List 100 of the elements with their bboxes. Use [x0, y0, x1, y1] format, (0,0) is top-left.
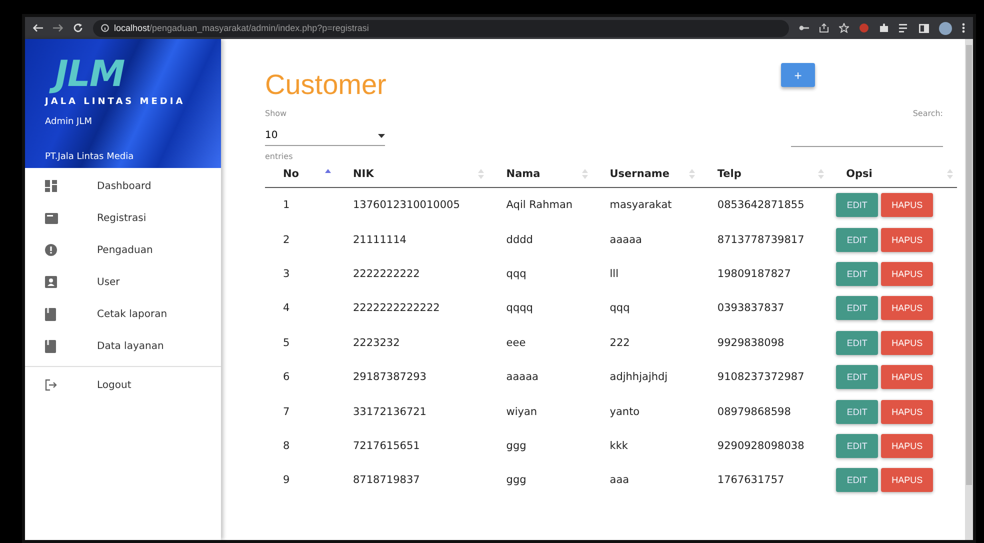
table-cell-text: eee — [505, 336, 527, 351]
table-cell-text: qqq — [505, 266, 528, 282]
table-cell-text: qqq — [608, 301, 631, 316]
table-cell: masyarakat — [592, 188, 700, 222]
table-cell-text: 2223232 — [352, 336, 401, 351]
brand-name: JALA LINTAS MEDIA — [45, 97, 186, 107]
table-cell-text: wiyan — [505, 404, 538, 420]
share-icon[interactable] — [819, 23, 829, 33]
table-cell-text: 9929838098 — [716, 336, 786, 351]
search-label: Search: — [912, 109, 943, 118]
table-cell-text: 6 — [282, 370, 291, 386]
delete-button[interactable]: HAPUS — [881, 434, 934, 458]
table-cell-text: aaa — [608, 473, 630, 488]
table-cell-text: yanto — [608, 404, 641, 420]
table-cell-text: 3 — [282, 266, 291, 282]
table-cell-text: 2222222222222 — [352, 301, 441, 316]
delete-button[interactable]: HAPUS — [881, 193, 934, 218]
delete-button[interactable]: HAPUS — [881, 330, 934, 355]
book-icon — [45, 308, 56, 320]
reload-icon[interactable] — [73, 23, 83, 33]
user-name: Admin JLM — [45, 117, 92, 127]
delete-button[interactable]: HAPUS — [881, 228, 934, 252]
column-header[interactable]: No — [265, 161, 335, 188]
table-cell-text: 2 — [282, 232, 291, 248]
star-icon[interactable] — [839, 23, 849, 33]
table-cell-text: 08979868598 — [716, 404, 792, 420]
sidebar-item[interactable]: Cetak laporan — [25, 298, 221, 330]
table-cell-text: 5 — [282, 336, 291, 351]
delete-button[interactable]: HAPUS — [881, 365, 934, 390]
table-cell-text: 4 — [282, 301, 291, 316]
edit-button[interactable]: EDIT — [836, 262, 878, 286]
sidepanel-icon[interactable] — [919, 24, 929, 32]
edit-button[interactable]: EDIT — [836, 434, 878, 458]
forward-icon[interactable] — [53, 24, 63, 32]
card-icon — [45, 212, 58, 224]
table-cell-text: qqqq — [505, 301, 534, 316]
address-bar[interactable]: localhost/pengaduan_masyarakat/admin/index.php?p=registrasi — [93, 20, 789, 36]
table-cell-text: 8713778739817 — [716, 232, 806, 248]
info-icon — [101, 24, 109, 32]
add-button[interactable]: + — [781, 63, 815, 87]
scrollbar[interactable] — [965, 39, 973, 540]
column-header[interactable]: NIK — [335, 161, 488, 188]
caret-icon — [378, 134, 385, 138]
table-cell-text: 19809187827 — [716, 266, 792, 282]
table-cell-text: 21111114 — [352, 232, 408, 248]
puzzle-icon[interactable] — [879, 23, 889, 33]
playlist-icon[interactable] — [899, 24, 909, 32]
edit-button[interactable]: EDIT — [836, 400, 878, 424]
entries-select[interactable]: 10 — [265, 124, 385, 146]
table-cell-text: 29187387293 — [352, 370, 428, 386]
column-header[interactable]: Username — [592, 161, 700, 188]
table-cell: 0853642871855 — [699, 188, 828, 222]
table-cell-text: ggg — [505, 438, 528, 454]
column-header[interactable]: Opsi — [828, 161, 957, 188]
logout-item[interactable]: Logout — [25, 369, 221, 401]
edit-button[interactable]: EDIT — [836, 365, 878, 390]
logout-icon — [45, 379, 57, 391]
user-icon — [45, 276, 57, 288]
edit-button[interactable]: EDIT — [836, 193, 878, 218]
menu-icon[interactable] — [962, 23, 965, 33]
sidebar-item[interactable]: Data layanan — [25, 330, 221, 362]
table-cell-text: lll — [608, 266, 620, 282]
back-icon[interactable] — [33, 24, 43, 32]
edit-button[interactable]: EDIT — [836, 468, 878, 492]
table-cell-text: 8718719837 — [352, 473, 421, 488]
page-title: Customer — [265, 69, 386, 101]
edit-button[interactable]: EDIT — [836, 296, 878, 320]
edit-button[interactable]: EDIT — [836, 228, 878, 252]
edit-button[interactable]: EDIT — [836, 330, 878, 355]
delete-button[interactable]: HAPUS — [881, 400, 934, 424]
table-cell: 1376012310010005 — [335, 188, 488, 222]
column-header[interactable]: Telp — [699, 161, 828, 188]
column-header[interactable]: Nama — [488, 161, 592, 188]
sidebar-item[interactable]: Pengaduan — [25, 234, 221, 266]
alert-icon — [45, 244, 57, 256]
table-cell-text: 9 — [282, 473, 291, 488]
delete-button[interactable]: HAPUS — [881, 296, 934, 320]
table-cell-text: 9290928098038 — [716, 438, 806, 454]
table-cell-text: aaaaa — [505, 370, 540, 386]
table-cell: Aqil Rahman — [488, 188, 592, 222]
dashboard-icon — [45, 180, 57, 192]
sidebar-item[interactable]: Dashboard — [25, 170, 221, 202]
sidebar-item[interactable]: Registrasi — [25, 202, 221, 234]
table-cell-text: 0393837837 — [716, 301, 786, 316]
table-cell-text: adjhhjajhdj — [608, 370, 669, 386]
delete-button[interactable]: HAPUS — [881, 262, 934, 286]
table-cell-text: dddd — [505, 232, 534, 248]
avatar-icon[interactable] — [939, 22, 952, 34]
sidebar-item[interactable]: User — [25, 266, 221, 298]
table-cell-text: 8 — [282, 438, 291, 454]
table-cell-text: 1767631757 — [716, 473, 786, 488]
company-name: PT.Jala Lintas Media — [45, 152, 134, 162]
table-cell-text: 222 — [608, 336, 631, 351]
delete-button[interactable]: HAPUS — [881, 468, 934, 492]
entries-label: entries — [265, 152, 294, 161]
book-icon — [45, 340, 56, 352]
table-cell: 1 — [265, 188, 335, 222]
table-cell-text: 2222222222 — [352, 266, 421, 282]
show-label: Show — [265, 109, 288, 118]
key-icon[interactable] — [799, 25, 809, 31]
